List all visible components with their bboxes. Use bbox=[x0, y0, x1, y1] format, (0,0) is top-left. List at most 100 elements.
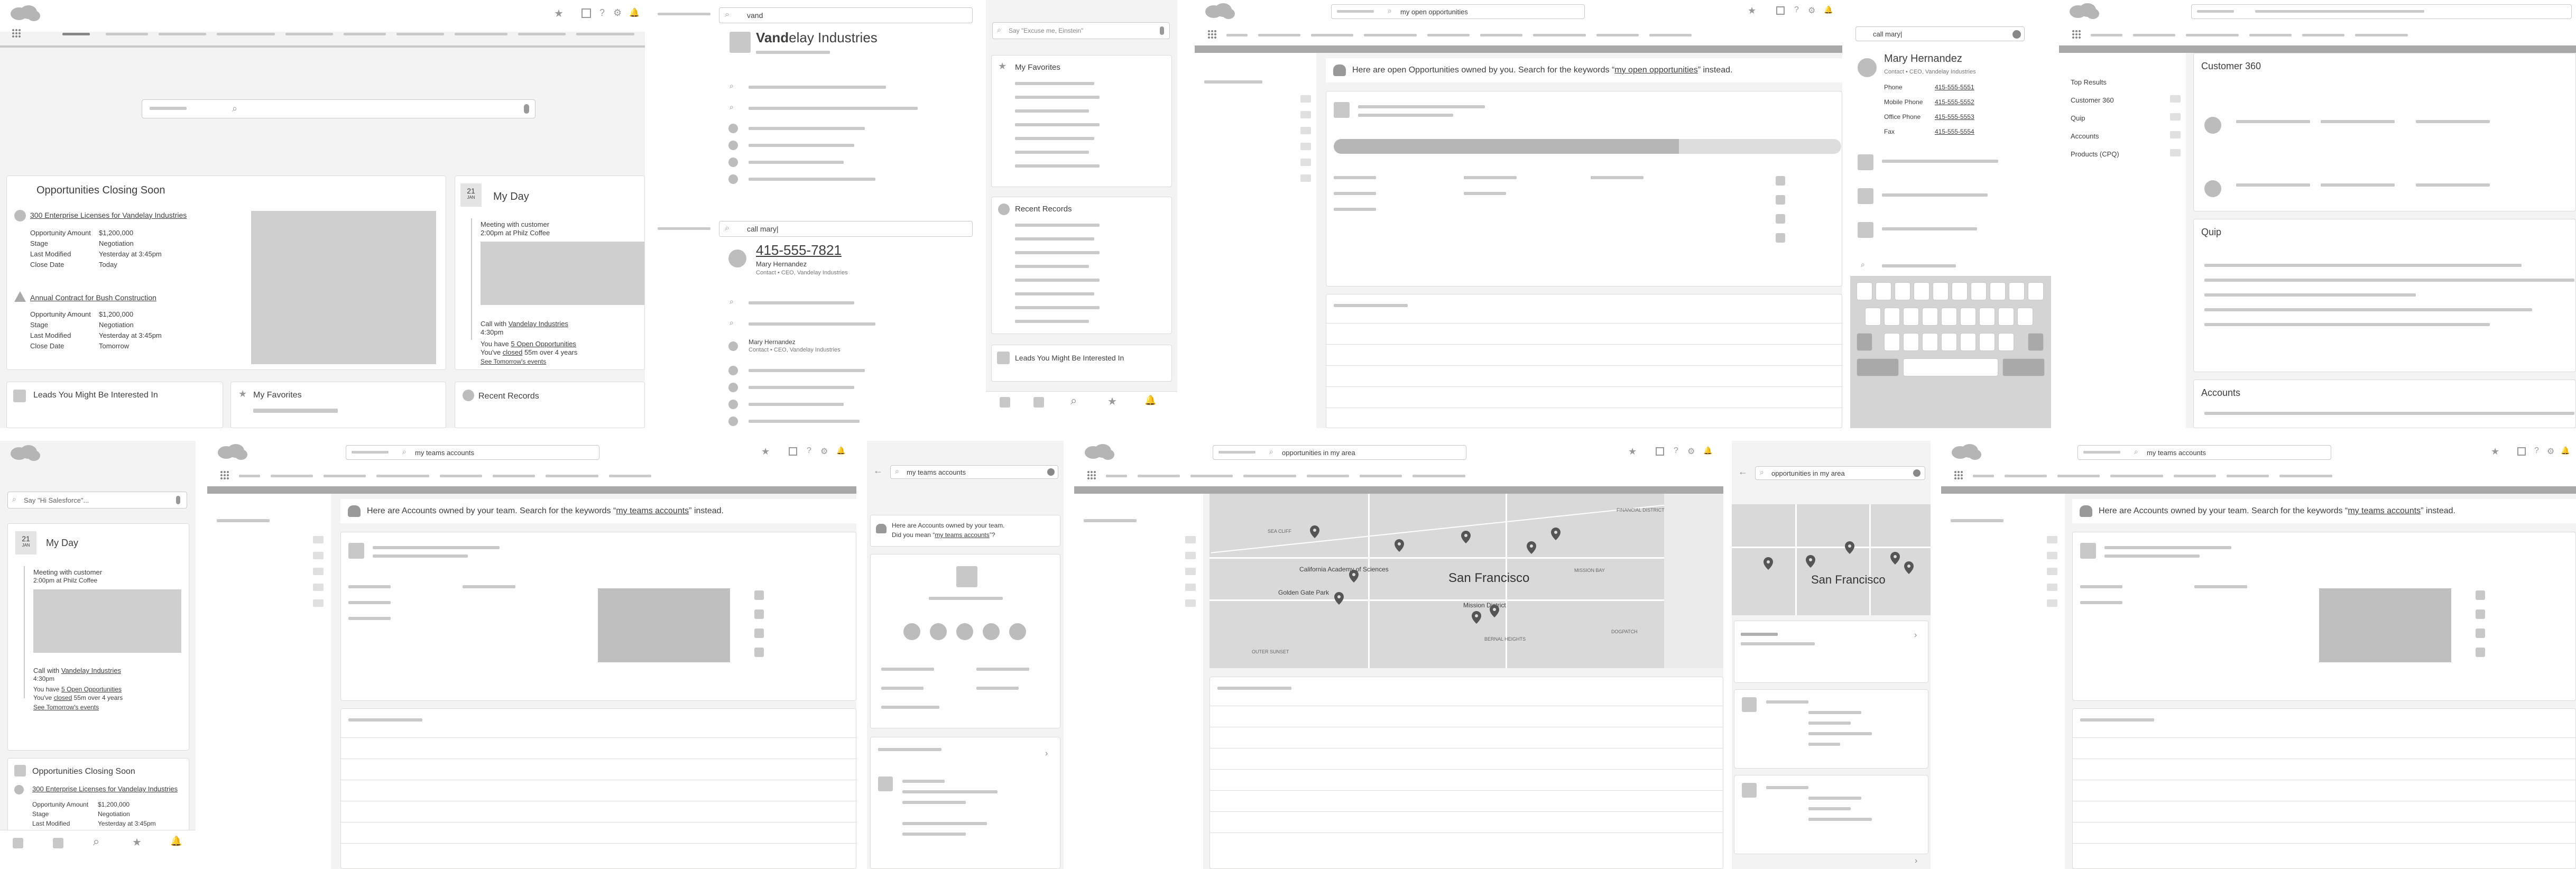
back-arrow-icon[interactable]: ← bbox=[1738, 466, 1748, 477]
nav-quip[interactable]: Quip bbox=[2071, 114, 2085, 122]
map-pin-icon[interactable] bbox=[1310, 525, 1319, 538]
home-tab-icon[interactable] bbox=[13, 838, 23, 848]
search-input[interactable]: ⌕ vand bbox=[719, 7, 973, 23]
favorites-star-icon[interactable]: ★ bbox=[554, 8, 565, 19]
help-icon[interactable]: ? bbox=[2534, 446, 2539, 456]
nav-accounts[interactable]: Accounts bbox=[2071, 132, 2099, 140]
bell-icon[interactable]: 🔔 bbox=[836, 446, 845, 455]
app-launcher-icon[interactable] bbox=[1087, 470, 1096, 480]
help-icon[interactable]: ? bbox=[807, 446, 811, 456]
app-launcher-icon[interactable] bbox=[1207, 30, 1217, 39]
chevron-right-icon[interactable]: › bbox=[1045, 749, 1048, 759]
search-input[interactable]: ⌕ my teams accounts bbox=[346, 445, 599, 460]
favorites-star-icon[interactable]: ★ bbox=[761, 446, 770, 457]
account-map[interactable] bbox=[2319, 588, 2451, 662]
map-pin-icon[interactable] bbox=[1845, 541, 1854, 554]
favorites-star-icon[interactable]: ★ bbox=[2491, 446, 2499, 457]
favorites-tab-icon[interactable]: ★ bbox=[1107, 395, 1117, 408]
home-tab-icon[interactable] bbox=[1000, 397, 1010, 408]
keyword-link[interactable]: my teams accounts bbox=[616, 506, 689, 515]
map-pin-icon[interactable] bbox=[1890, 552, 1900, 565]
notifications-tab-icon[interactable] bbox=[53, 838, 63, 848]
vandelay-link[interactable]: Vandelay Industries bbox=[509, 320, 568, 328]
opportunity-link-2[interactable]: Annual Contract for Bush Construction bbox=[30, 293, 156, 302]
map-pin-icon[interactable] bbox=[1764, 557, 1773, 570]
opportunities-map[interactable]: San Francisco bbox=[1732, 504, 1931, 615]
microphone-icon[interactable] bbox=[524, 104, 529, 114]
favorites-tab-icon[interactable]: ★ bbox=[132, 836, 142, 849]
bell-tab-icon[interactable]: 🔔 bbox=[170, 836, 182, 847]
microphone-icon[interactable] bbox=[1160, 26, 1164, 35]
voice-search-input[interactable]: ⌕ Say "Excuse me, Einstein" bbox=[992, 22, 1170, 39]
favorites-star-icon[interactable]: ★ bbox=[1628, 446, 1637, 457]
help-icon[interactable]: ? bbox=[1674, 446, 1678, 456]
opportunity-link-1[interactable]: 300 Enterprise Licenses for Vandelay Ind… bbox=[30, 211, 187, 219]
chevron-right-icon[interactable]: › bbox=[1915, 856, 1917, 866]
search-input[interactable]: ⌕ my teams accounts bbox=[890, 465, 1058, 479]
gear-icon[interactable]: ⚙ bbox=[820, 446, 828, 457]
keyword-link[interactable]: my teams accounts bbox=[2348, 506, 2421, 515]
bell-icon[interactable]: 🔔 bbox=[629, 7, 640, 18]
map-pin-icon[interactable] bbox=[1551, 528, 1561, 540]
search-input[interactable]: ⌕ my teams accounts bbox=[2078, 445, 2331, 460]
notifications-tab-icon[interactable] bbox=[1033, 397, 1044, 408]
help-icon[interactable]: ? bbox=[1794, 5, 1799, 15]
gear-icon[interactable]: ⚙ bbox=[1687, 446, 1695, 457]
keyword-link[interactable]: my open opportunities bbox=[1614, 66, 1697, 75]
nav-top-results[interactable]: Top Results bbox=[2071, 78, 2107, 86]
meeting-location-map[interactable] bbox=[33, 589, 181, 653]
global-search-input[interactable]: ⌕ bbox=[142, 99, 535, 118]
gear-icon[interactable]: ⚙ bbox=[2547, 446, 2554, 457]
add-icon[interactable] bbox=[789, 447, 797, 456]
clear-icon[interactable] bbox=[2012, 30, 2021, 39]
map-pin-icon[interactable] bbox=[1349, 570, 1359, 583]
account-map[interactable] bbox=[598, 588, 730, 662]
help-icon[interactable]: ? bbox=[599, 7, 605, 19]
add-icon[interactable] bbox=[2517, 447, 2526, 456]
search-tab-icon[interactable]: ⌕ bbox=[1070, 394, 1077, 408]
clear-icon[interactable] bbox=[1913, 469, 1921, 477]
map-pin-icon[interactable] bbox=[1395, 539, 1404, 552]
open-opportunities-link[interactable]: 5 Open Opportunities bbox=[511, 340, 576, 348]
map-pin-icon[interactable] bbox=[1334, 592, 1344, 605]
nav-products-cpq[interactable]: Products (CPQ) bbox=[2071, 150, 2119, 158]
search-input[interactable] bbox=[2191, 4, 2572, 19]
add-icon[interactable] bbox=[1656, 447, 1664, 456]
search-input[interactable]: ⌕ opportunities in my area bbox=[1213, 445, 1466, 460]
gear-icon[interactable]: ⚙ bbox=[1808, 5, 1815, 16]
favorites-star-icon[interactable]: ★ bbox=[1748, 5, 1756, 16]
microphone-icon[interactable] bbox=[176, 496, 180, 504]
map-pin-icon[interactable] bbox=[1527, 541, 1536, 554]
map-pin-icon[interactable] bbox=[1490, 605, 1499, 617]
app-launcher-icon[interactable] bbox=[220, 470, 229, 480]
map-pin-icon[interactable] bbox=[1461, 531, 1471, 543]
voice-search-input[interactable]: ⌕ Say "Hi Salesforce"... bbox=[7, 492, 187, 509]
keyboard[interactable] bbox=[1850, 276, 2051, 428]
search-input[interactable]: ⌕ opportunities in my area bbox=[1755, 466, 1925, 480]
result-item[interactable] bbox=[1734, 689, 1928, 769]
map-pin-icon[interactable] bbox=[1904, 561, 1914, 574]
search-tab-icon[interactable]: ⌕ bbox=[93, 835, 99, 848]
nav-customer-360[interactable]: Customer 360 bbox=[2071, 96, 2114, 104]
opportunities-map[interactable]: San Francisco California Academy of Scie… bbox=[1209, 494, 1723, 668]
add-icon[interactable] bbox=[581, 8, 591, 18]
back-arrow-icon[interactable]: ← bbox=[873, 465, 883, 476]
tomorrow-events-link[interactable]: See Tomorrow's events bbox=[481, 358, 546, 365]
meeting-location-map[interactable] bbox=[481, 242, 644, 305]
top-result-title[interactable]: Vandelay Industries bbox=[756, 30, 878, 46]
chevron-right-icon[interactable]: › bbox=[1914, 631, 1917, 640]
clear-icon[interactable] bbox=[1047, 468, 1055, 476]
search-input[interactable]: ⌕ my open opportunities bbox=[1331, 4, 1585, 19]
map-pin-icon[interactable] bbox=[1472, 611, 1481, 624]
app-launcher-icon[interactable] bbox=[1954, 470, 1963, 480]
search-input[interactable]: call mary| bbox=[1855, 26, 2025, 41]
bell-icon[interactable]: 🔔 bbox=[1703, 446, 1712, 455]
bell-icon[interactable]: 🔔 bbox=[1824, 5, 1833, 14]
path-bar[interactable] bbox=[1334, 139, 1841, 154]
search-input-2[interactable]: ⌕ call mary| bbox=[719, 221, 973, 237]
app-launcher-icon[interactable] bbox=[12, 29, 21, 38]
bell-icon[interactable]: 🔔 bbox=[2561, 446, 2570, 455]
phone-number-link[interactable]: 415-555-7821 bbox=[756, 242, 842, 258]
gear-icon[interactable]: ⚙ bbox=[613, 7, 622, 19]
app-launcher-icon[interactable] bbox=[2072, 30, 2081, 39]
